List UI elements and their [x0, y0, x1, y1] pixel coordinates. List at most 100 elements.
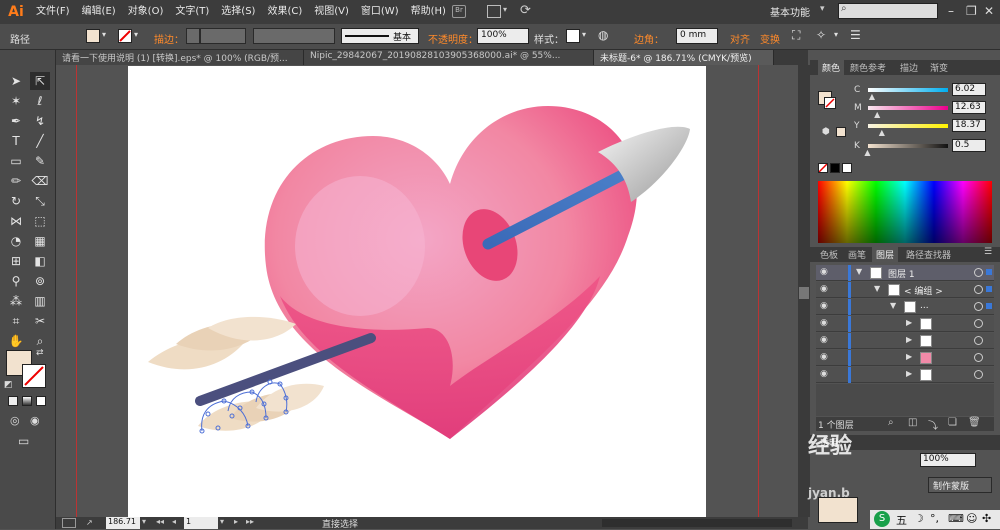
selection-indicator[interactable]	[986, 303, 992, 309]
corner-label[interactable]: 边角：	[634, 31, 664, 46]
layer-name[interactable]: < 编组 >	[904, 284, 943, 297]
arrange-documents-icon[interactable]	[487, 5, 501, 18]
lasso-tool-icon[interactable]: ℓ	[30, 92, 50, 110]
new-sublayer-icon[interactable]: ⤵	[928, 417, 938, 432]
y-slider-knob[interactable]: ▲	[879, 128, 885, 137]
eye-icon[interactable]: ◉	[820, 267, 828, 277]
layer-name[interactable]: ...	[920, 301, 929, 311]
white-swatch[interactable]	[842, 163, 852, 173]
close-icon[interactable]: ✕	[984, 4, 994, 18]
artboard-number-input[interactable]: 1	[184, 517, 218, 529]
eye-icon[interactable]: ◉	[820, 284, 828, 294]
eye-icon[interactable]: ◉	[820, 369, 828, 379]
c-slider[interactable]	[868, 88, 948, 92]
tab-stroke[interactable]: 描边	[896, 60, 922, 75]
stroke-color-box[interactable]	[22, 364, 46, 388]
scroll-thumb[interactable]	[799, 287, 809, 299]
arrow-feathers[interactable]	[148, 316, 324, 431]
artboard-tool-icon[interactable]: ⌗	[6, 312, 26, 330]
color-spectrum[interactable]	[818, 181, 992, 243]
horizontal-scrollbar[interactable]	[602, 519, 792, 527]
previous-artboard-icon[interactable]: ◂	[172, 517, 176, 526]
free-transform-tool-icon[interactable]: ⬚	[30, 212, 50, 230]
gradient-mode-icon[interactable]	[22, 396, 32, 406]
sogou-ime-icon[interactable]: S	[874, 511, 890, 527]
layer-row[interactable]: ◉ ▼ ...	[816, 299, 994, 315]
layer-row[interactable]: ◉ ▶	[816, 367, 994, 383]
width-tool-icon[interactable]: ⋈	[6, 212, 26, 230]
menu-select[interactable]: 选择(S)	[215, 0, 261, 24]
eye-icon[interactable]: ◉	[820, 318, 828, 328]
trash-icon[interactable]: 🗑	[968, 417, 981, 428]
tab-document-1[interactable]: 请看一下使用说明 (1) [转换].eps* @ 100% (RGB/预...	[56, 50, 304, 65]
m-slider-knob[interactable]: ▲	[874, 110, 880, 119]
expand-triangle-icon[interactable]: ▶	[906, 369, 912, 378]
new-layer-icon[interactable]: ❏	[948, 417, 957, 428]
eye-icon[interactable]: ◉	[820, 352, 828, 362]
k-slider-knob[interactable]: ▲	[864, 148, 870, 157]
gamut-swatch[interactable]	[836, 127, 846, 137]
k-value-input[interactable]: 0.5	[952, 139, 986, 152]
chevron-down-icon[interactable]: ▾	[582, 30, 586, 39]
draw-behind-icon[interactable]: ◉	[30, 414, 40, 427]
expand-triangle-icon[interactable]: ▼	[890, 301, 896, 310]
artboard[interactable]	[128, 66, 706, 517]
menu-object[interactable]: 对象(O)	[122, 0, 170, 24]
tab-color[interactable]: 颜色	[818, 60, 845, 75]
current-tool-status[interactable]: 直接选择	[322, 517, 358, 530]
eye-icon[interactable]: ◉	[820, 335, 828, 345]
panel-menu-icon[interactable]: ☰	[984, 247, 992, 257]
chevron-down-icon[interactable]: ▾	[142, 517, 146, 526]
stroke-weight-dropdown[interactable]	[200, 28, 246, 44]
color-panel-stroke-swatch[interactable]	[824, 97, 836, 109]
expand-triangle-icon[interactable]: ▶	[906, 318, 912, 327]
menu-effect[interactable]: 效果(C)	[261, 0, 308, 24]
target-circle-icon[interactable]	[974, 268, 983, 277]
swap-fill-stroke-icon[interactable]: ⇄	[36, 348, 44, 358]
canvas[interactable]	[56, 65, 798, 517]
selection-indicator[interactable]	[986, 286, 992, 292]
blend-tool-icon[interactable]: ⊚	[30, 272, 50, 290]
expand-triangle-icon[interactable]: ▶	[906, 352, 912, 361]
tab-document-2[interactable]: Nipic_29842067_20190828103905368000.ai* …	[304, 50, 594, 65]
opacity-input[interactable]: 100%	[477, 28, 529, 44]
artboard-nav-icon[interactable]	[62, 518, 76, 528]
black-swatch[interactable]	[830, 163, 840, 173]
last-artboard-icon[interactable]: ▸▸	[246, 517, 254, 526]
chevron-down-icon[interactable]: ▾	[102, 30, 106, 39]
tab-swatches[interactable]: 色板	[816, 247, 842, 262]
maximize-icon[interactable]: ❐	[966, 4, 977, 18]
tab-color-guide[interactable]: 颜色参考	[846, 60, 890, 75]
pencil-tool-icon[interactable]: ✏	[6, 172, 26, 190]
target-circle-icon[interactable]	[974, 370, 983, 379]
pen-tool-icon[interactable]: ✒	[6, 112, 26, 130]
chevron-down-icon[interactable]: ▾	[834, 30, 838, 39]
out-of-gamut-icon[interactable]: ⬢	[822, 127, 830, 137]
magic-wand-tool-icon[interactable]: ✶	[6, 92, 26, 110]
color-mode-icon[interactable]	[8, 396, 18, 406]
punctuation-icon[interactable]: °,	[930, 512, 939, 525]
layer-row[interactable]: ◉ ▶	[816, 333, 994, 349]
graphic-style-swatch[interactable]	[566, 29, 580, 43]
menu-help[interactable]: 帮助(H)	[405, 0, 452, 24]
target-circle-icon[interactable]	[974, 336, 983, 345]
layer-row[interactable]: ◉ ▼ < 编组 >	[816, 282, 994, 298]
target-circle-icon[interactable]	[974, 319, 983, 328]
tab-layers[interactable]: 图层	[872, 247, 899, 262]
ime-mode-label[interactable]: 五	[896, 512, 907, 528]
layer-row[interactable]: ◉ ▶	[816, 350, 994, 366]
open-in-window-icon[interactable]: ↗	[86, 518, 100, 528]
target-circle-icon[interactable]	[974, 353, 983, 362]
none-mode-icon[interactable]	[36, 396, 46, 406]
screen-mode-icon[interactable]: ▭	[18, 434, 29, 448]
paintbrush-tool-icon[interactable]: ✎	[30, 152, 50, 170]
mesh-tool-icon[interactable]: ⊞	[6, 252, 26, 270]
target-circle-icon[interactable]	[974, 302, 983, 311]
line-tool-icon[interactable]: ╱	[30, 132, 50, 150]
moon-icon[interactable]: ☽	[914, 512, 924, 525]
layer-name[interactable]: 图层 1	[888, 267, 915, 280]
eyedropper-tool-icon[interactable]: ⚲	[6, 272, 26, 290]
tab-gradient[interactable]: 渐变	[926, 60, 952, 75]
tab-pathfinder[interactable]: 路径查找器	[902, 247, 955, 262]
direct-selection-tool-icon[interactable]: ⇱	[30, 72, 50, 90]
